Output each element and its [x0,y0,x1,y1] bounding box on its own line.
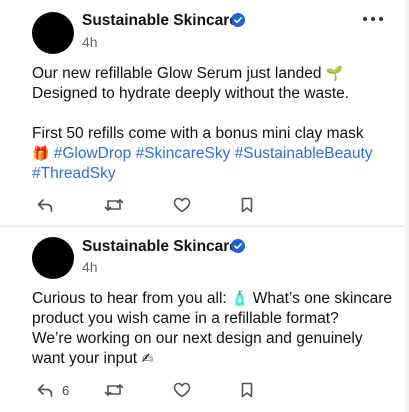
bookmark-button[interactable] [240,380,254,400]
more-options-icon[interactable] [363,17,383,23]
avatar[interactable] [32,12,74,54]
post-text-line: product you wish came in a refillable fo… [32,310,339,327]
post-text: Our new refillable Glow Serum just lande… [32,64,393,184]
post-text-line: Curious to hear from you all: 🧴 What’s o… [32,289,393,309]
hashtag-link[interactable]: #ThreadSky [32,165,116,182]
reply-button[interactable]: 6 [36,380,104,400]
repost-icon [104,199,124,211]
post-text-segment: want your input [32,350,142,367]
post-timestamp: 4h [82,259,98,275]
post-text: Curious to hear from you all: 🧴 What’s o… [32,289,393,369]
seedling-emoji: 🌱 [325,66,344,82]
reply-icon [37,384,53,397]
post-actions [36,195,385,215]
verified-badge-icon [231,239,245,253]
author-name[interactable]: Sustainable Skincare [82,238,238,256]
post-text-line: Our new refillable Glow Serum just lande… [32,64,393,84]
heart-icon [173,197,191,213]
like-button[interactable] [173,195,240,215]
reply-button[interactable] [36,195,104,215]
post-text-line: want your input ✍ [32,349,393,369]
post-text-line: First 50 refills come with a bonus mini … [32,125,364,142]
repost-button[interactable] [104,195,173,215]
bookmark-button[interactable] [240,195,254,215]
hashtag-link[interactable]: #SustainableBeauty [235,145,373,162]
repost-icon [104,384,124,396]
post-card[interactable]: Sustainable Skincare 4h Our new refillab… [0,0,405,225]
author-name[interactable]: Sustainable Skincare [82,12,238,30]
post-timestamp: 4h [82,34,98,50]
bookmark-icon [241,197,253,213]
post-card[interactable]: Sustainable Skincare 4h Curious to hear … [0,226,405,412]
post-text-line: Designed to hydrate deeply without the w… [32,85,350,102]
post-text-segment: What’s one skincare [248,290,393,307]
hashtag-line: #ThreadSky [32,164,393,184]
repost-button[interactable] [104,380,173,400]
gift-emoji: 🎁 [32,146,50,162]
bookmark-icon [241,382,253,398]
reply-icon [37,199,53,212]
verified-badge-icon [231,13,245,27]
heart-icon [173,382,191,398]
lotion-bottle-emoji: 🧴 [231,291,249,307]
hashtag-line: 🎁 #GlowDrop #SkincareSky #SustainableBea… [32,144,393,164]
post-text-segment: Curious to hear from you all: [32,290,232,307]
hashtag-link[interactable]: #GlowDrop [54,145,132,162]
post-text-line: We’re working on our next design and gen… [32,330,363,347]
like-button[interactable] [173,380,240,400]
reply-count: 6 [62,382,70,398]
writing-hand-emoji: ✍ [141,351,154,367]
feed: Sustainable Skincare 4h Our new refillab… [0,0,409,412]
hashtag-link[interactable]: #SkincareSky [136,145,231,162]
post-text-segment: Our new refillable Glow Serum just lande… [32,65,326,82]
avatar[interactable] [32,237,74,279]
post-actions: 6 [36,380,385,400]
